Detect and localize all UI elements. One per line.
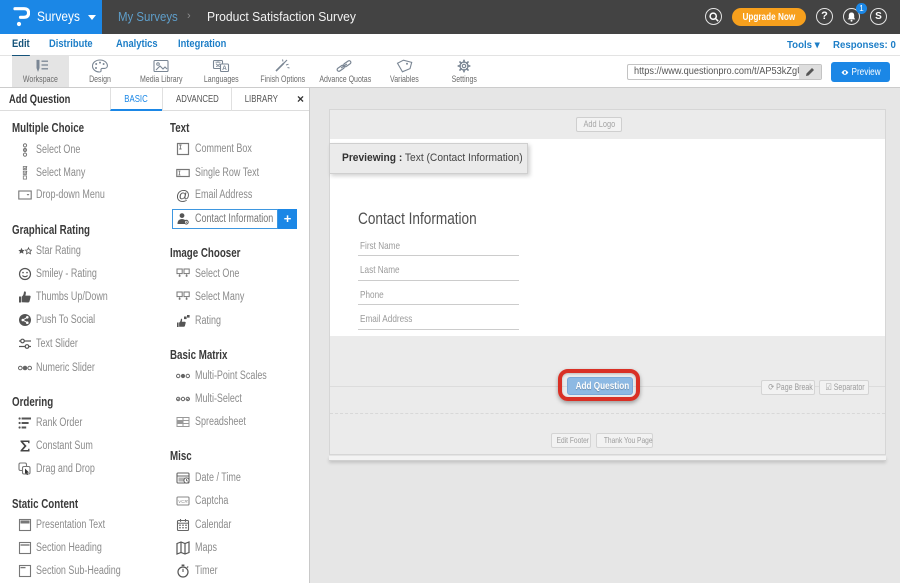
svg-text:A: A xyxy=(222,65,227,72)
svg-text:VCR: VCR xyxy=(178,499,188,504)
svg-text:@: @ xyxy=(176,188,190,202)
